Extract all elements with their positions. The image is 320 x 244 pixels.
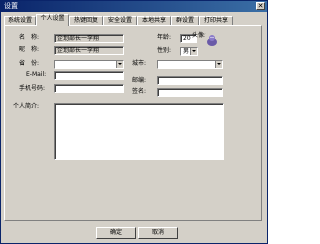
- tab-security-settings[interactable]: 安全设置: [103, 16, 137, 25]
- window-title: 设置: [4, 2, 18, 10]
- city-label: 城市:: [132, 60, 147, 67]
- gender-label: 性别:: [157, 47, 172, 54]
- intro-label: 个人简介:: [13, 103, 40, 110]
- personal-settings-panel: 名 称: 企划部长一李翔 年龄: 20 头像: 昵 称: 企划部长一李翔 性别:…: [4, 25, 262, 221]
- email-field[interactable]: [54, 71, 124, 80]
- avatar-label: 头像:: [192, 32, 207, 39]
- tab-hotkey-reply[interactable]: 热键回复: [69, 16, 103, 25]
- city-select[interactable]: [157, 60, 223, 69]
- ok-button[interactable]: 确定: [96, 227, 136, 239]
- tab-local-share[interactable]: 本地共享: [137, 16, 171, 25]
- close-button[interactable]: ✕: [256, 2, 265, 10]
- email-label: E-Mail:: [26, 71, 47, 78]
- dropdown-arrow-icon[interactable]: [116, 61, 123, 68]
- tab-print-share[interactable]: 打印共享: [199, 16, 233, 25]
- intro-textarea[interactable]: [54, 103, 224, 160]
- dropdown-arrow-icon[interactable]: [215, 61, 222, 68]
- tab-group-settings[interactable]: 群设置: [171, 16, 199, 25]
- gender-select[interactable]: 男: [180, 47, 198, 56]
- tab-personal-settings[interactable]: 个人设置: [36, 14, 69, 26]
- nickname-label: 昵 称:: [19, 46, 40, 53]
- postcode-field[interactable]: [157, 76, 223, 85]
- avatar-icon[interactable]: [205, 34, 219, 47]
- close-icon: ✕: [257, 2, 264, 10]
- signature-field[interactable]: [157, 88, 223, 97]
- postcode-label: 邮编:: [132, 77, 147, 84]
- province-select[interactable]: [54, 60, 124, 69]
- province-label: 省 份:: [19, 60, 40, 67]
- tab-system-settings[interactable]: 系统设置: [4, 16, 36, 25]
- name-label: 名 称:: [19, 34, 40, 41]
- gender-value: 男: [183, 48, 190, 55]
- mobile-label: 手机号码:: [19, 85, 46, 92]
- mobile-field[interactable]: [54, 84, 124, 93]
- signature-label: 签名:: [132, 88, 147, 95]
- age-label: 年龄:: [157, 34, 172, 41]
- settings-window: 设置 ✕ 系统设置 个人设置 热键回复 安全设置 本地共享 群设置 打印共享 名…: [0, 0, 268, 244]
- title-bar[interactable]: 设置 ✕: [1, 1, 267, 12]
- cancel-button[interactable]: 取消: [138, 227, 178, 239]
- name-field[interactable]: 企划部长一李翔: [54, 34, 124, 43]
- dropdown-arrow-icon[interactable]: [190, 48, 197, 55]
- nickname-field[interactable]: 企划部长一李翔: [54, 46, 124, 55]
